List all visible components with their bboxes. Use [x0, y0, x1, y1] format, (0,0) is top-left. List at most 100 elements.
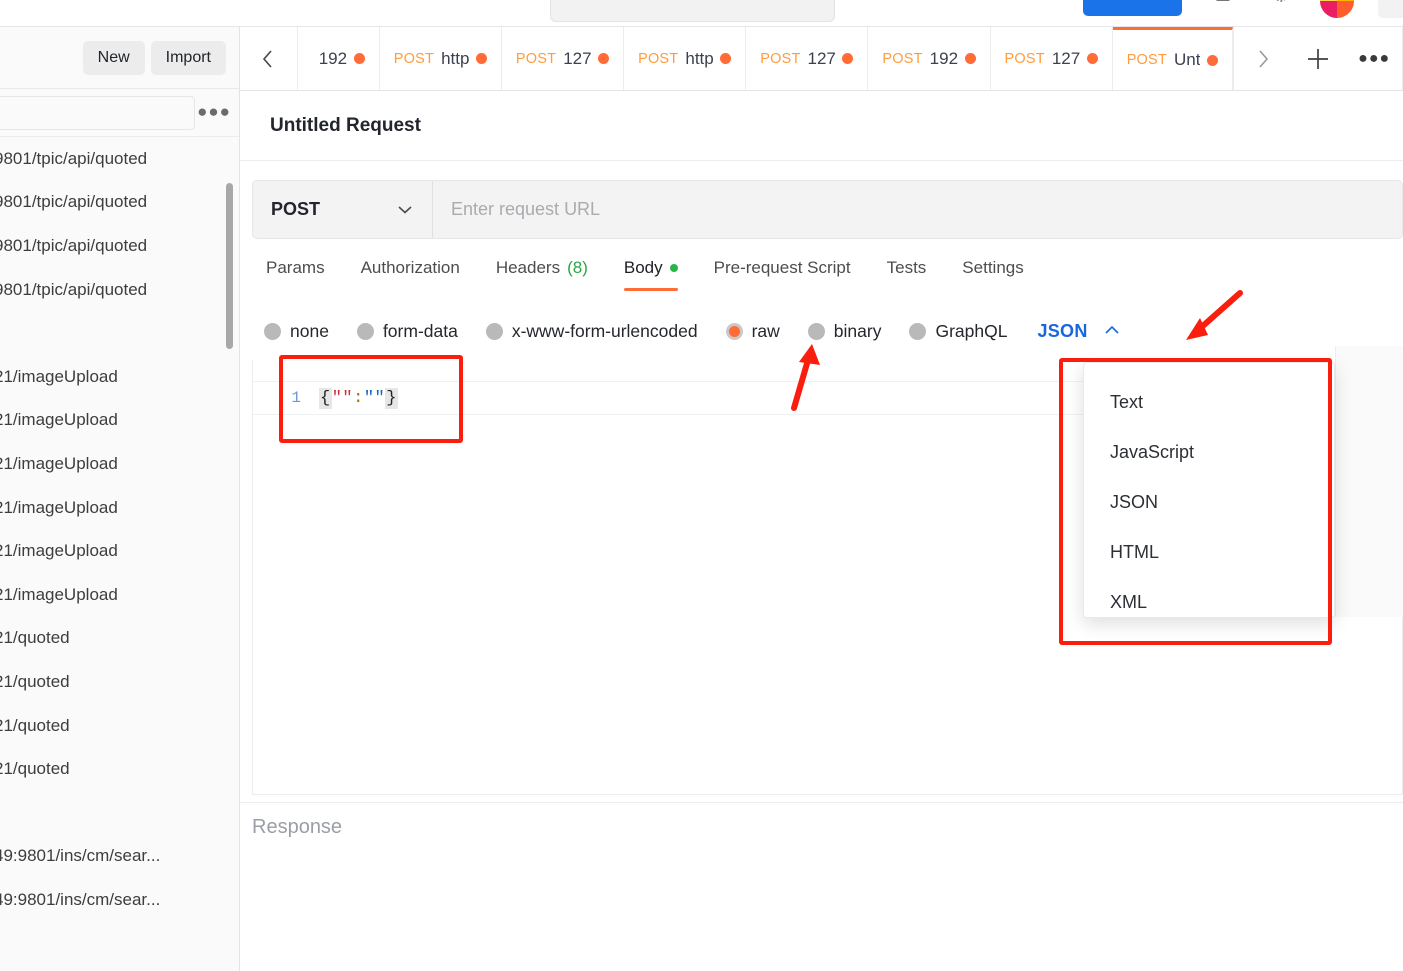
editor-code-content[interactable]: {"": ""} [319, 387, 398, 409]
gear-icon[interactable] [1273, 0, 1289, 3]
menu-item-html[interactable]: HTML [1084, 527, 1334, 577]
list-item[interactable]: 21/quoted [0, 704, 239, 748]
import-button[interactable]: Import [150, 40, 226, 75]
code-open-brace: { [319, 387, 332, 409]
list-item[interactable]: 9801/tpic/api/quoted [0, 224, 239, 268]
tab-label: Body [623, 258, 663, 277]
list-item[interactable]: 21/quoted [0, 747, 239, 791]
tab-body[interactable]: Body [606, 258, 696, 291]
tab-settings[interactable]: Settings [944, 258, 1041, 291]
list-item[interactable]: 9801/tpic/api/quoted [0, 268, 239, 312]
tab-label: 127 [807, 48, 836, 68]
sidebar-filter-input[interactable] [0, 95, 195, 130]
list-item-label: 21/imageUpload [0, 453, 118, 473]
unsaved-dot-icon [353, 53, 365, 64]
tab-method: POST [760, 50, 801, 67]
tab-127-1[interactable]: POST 127 [501, 27, 625, 90]
body-type-binary[interactable]: binary [807, 321, 881, 342]
menu-item-javascript[interactable]: JavaScript [1084, 427, 1334, 477]
invite-icon[interactable] [1215, 0, 1231, 3]
radio-icon[interactable] [264, 323, 281, 340]
sidebar-scrollbar[interactable] [226, 183, 233, 349]
radio-icon[interactable] [356, 323, 374, 340]
list-item[interactable]: 21/imageUpload [0, 355, 239, 399]
tab-http-1[interactable]: POST http [379, 27, 502, 90]
tab-headers[interactable]: Headers (8) [478, 258, 606, 291]
radio-icon[interactable] [485, 323, 503, 340]
http-method-select[interactable]: POST [253, 181, 433, 238]
body-present-dot-icon [669, 264, 678, 272]
body-type-raw[interactable]: raw [725, 321, 780, 342]
list-item[interactable]: 21/quoted [0, 617, 239, 661]
tab-192-2[interactable]: POST 192 [868, 27, 991, 90]
list-item[interactable]: 21/quoted [0, 660, 239, 704]
global-search-box[interactable] [550, 0, 835, 22]
menu-item-json[interactable]: JSON [1084, 477, 1334, 527]
raw-language-select[interactable]: JSON [1037, 321, 1121, 342]
tab-method: POST [638, 50, 679, 67]
list-item[interactable]: 9801/tpic/api/quoted [0, 181, 239, 225]
tab-label: Settings [962, 258, 1024, 277]
menu-item-text[interactable]: Text [1084, 377, 1334, 427]
list-item-label: 21/imageUpload [0, 366, 118, 386]
tab-label: Params [266, 258, 325, 277]
list-item-label: 9801/tpic/api/quoted [0, 148, 148, 168]
sidebar-history-list[interactable]: 9801/tpic/api/quoted 9801/tpic/api/quote… [0, 137, 239, 971]
list-item[interactable]: 49:9801/ins/cm/sear... [0, 878, 239, 922]
plus-icon[interactable] [1291, 27, 1347, 90]
list-item-label: 21/imageUpload [0, 584, 118, 604]
ellipsis-icon[interactable]: ●●● [1346, 27, 1402, 90]
tab-192[interactable]: 192 [297, 27, 380, 90]
chevron-down-icon [396, 199, 414, 220]
list-item-label: 9801/tpic/api/quoted [0, 192, 148, 212]
list-item-label: 21/quoted [0, 671, 70, 691]
raw-language-value: JSON [1037, 321, 1088, 341]
list-item-label: 21/quoted [0, 759, 70, 779]
radio-icon[interactable] [909, 323, 927, 340]
menu-item-xml[interactable]: XML [1084, 577, 1334, 627]
list-item[interactable]: 9801/tpic/api/quoted [0, 137, 239, 181]
tab-127-3[interactable]: POST 127 [990, 27, 1113, 90]
list-item[interactable]: 49:9801/ins/cm/sear... [0, 835, 239, 879]
chevron-right-icon[interactable] [1232, 27, 1291, 90]
body-type-label: raw [751, 321, 780, 341]
body-type-form-data[interactable]: form-data [356, 321, 458, 342]
tab-tests[interactable]: Tests [869, 258, 945, 291]
body-type-none[interactable]: none [264, 321, 329, 342]
tab-label: 192 [929, 48, 958, 68]
raw-language-menu[interactable]: Text JavaScript JSON HTML XML [1083, 362, 1335, 618]
body-type-graphql[interactable]: GraphQL [909, 321, 1007, 342]
sidebar-search-row: ●●● [0, 89, 239, 137]
tab-params[interactable]: Params [252, 258, 343, 291]
body-type-x-www-form-urlencoded[interactable]: x-www-form-urlencoded [485, 321, 698, 342]
tab-method: POST [1126, 52, 1167, 68]
unsaved-dot-icon [1086, 53, 1098, 64]
avatar[interactable] [1320, 0, 1354, 18]
tab-http-2[interactable]: POST http [624, 27, 747, 90]
tab-127-2[interactable]: POST 127 [746, 27, 869, 90]
tab-untitled-request[interactable]: POST Unt [1112, 27, 1233, 90]
body-type-label: x-www-form-urlencoded [511, 321, 698, 341]
radio-icon[interactable] [807, 323, 825, 340]
tab-label: 192 [318, 48, 347, 68]
response-title: Response [252, 816, 343, 838]
ellipsis-icon[interactable]: ●●● [195, 103, 233, 123]
list-item[interactable]: 21/imageUpload [0, 573, 239, 617]
list-item[interactable]: 21/imageUpload [0, 399, 239, 443]
tab-method: POST [515, 50, 557, 67]
body-type-label: form-data [382, 321, 458, 341]
header-right-panel-button[interactable] [1378, 0, 1403, 18]
new-button[interactable]: New [82, 40, 145, 75]
upgrade-button[interactable] [1083, 0, 1182, 16]
list-item[interactable]: 21/imageUpload [0, 529, 239, 573]
tab-authorization[interactable]: Authorization [343, 258, 478, 291]
radio-icon-selected[interactable] [725, 323, 743, 340]
url-input[interactable]: Enter request URL [433, 181, 1402, 238]
body-type-label: GraphQL [935, 321, 1008, 341]
list-item[interactable]: 21/imageUpload [0, 442, 239, 486]
chevron-left-icon[interactable] [240, 27, 298, 90]
tab-pre-request-script[interactable]: Pre-request Script [696, 258, 869, 291]
code-key: "" [331, 388, 354, 408]
list-item[interactable]: 21/imageUpload [0, 486, 239, 530]
list-item-label: 21/imageUpload [0, 497, 118, 517]
